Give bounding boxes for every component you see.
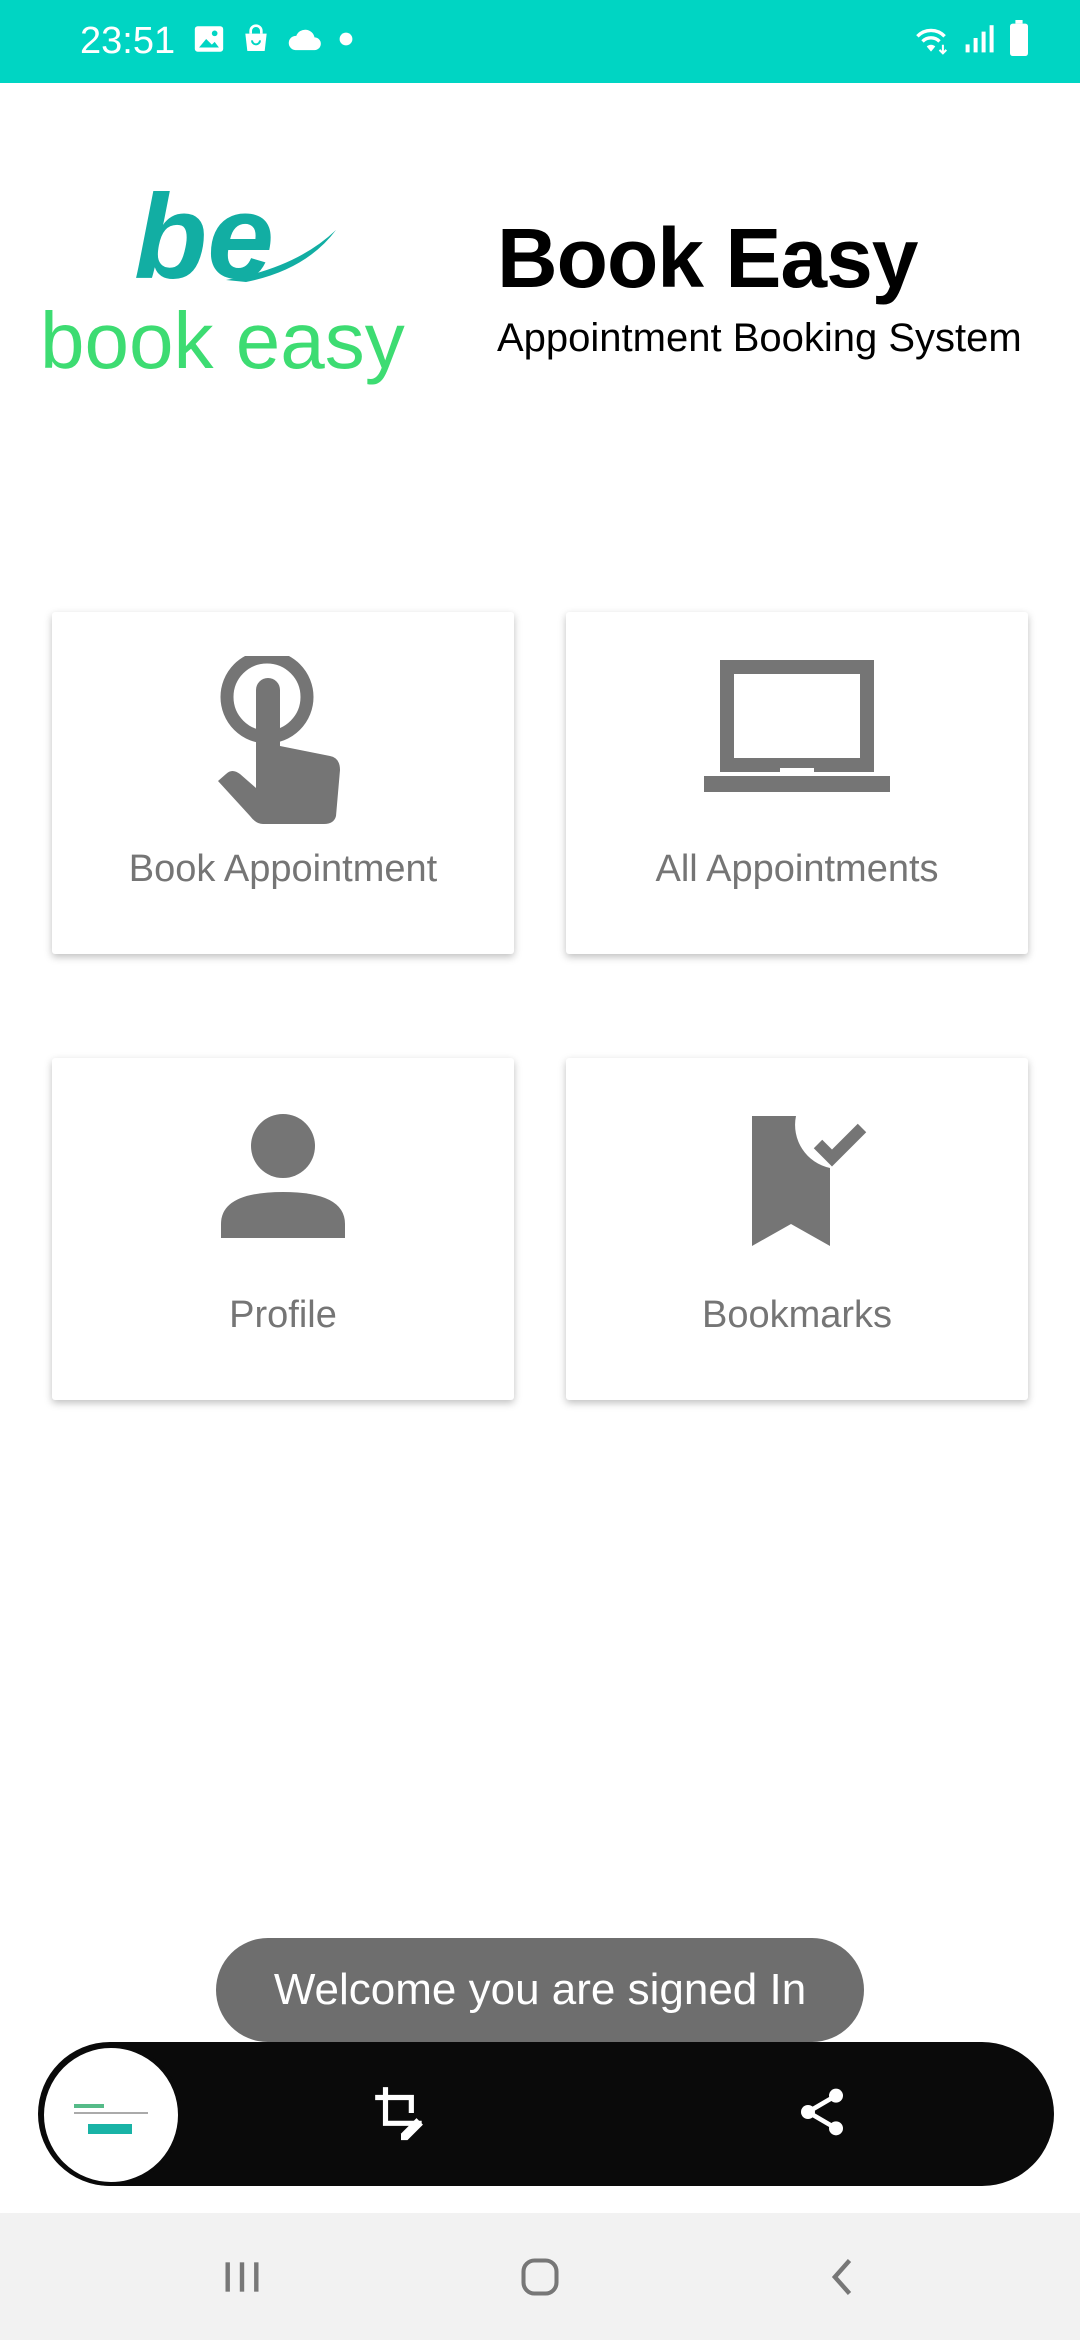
screenshot-toolbar [38,2042,1054,2186]
recent-apps-icon[interactable] [220,2255,264,2299]
signal-icon [965,25,994,53]
profile-card[interactable]: Profile [52,1058,514,1400]
crop-edit-icon[interactable] [370,2082,432,2144]
person-icon [221,1114,345,1238]
all-appointments-card[interactable]: All Appointments [566,612,1028,954]
screenshot-thumbnail[interactable] [40,2044,182,2186]
status-icons-left [192,22,354,56]
cloud-icon [288,29,321,51]
back-icon[interactable] [822,2255,866,2299]
profile-label: Profile [229,1294,337,1336]
bookmarks-card[interactable]: Bookmarks [566,1058,1028,1400]
all-appointments-label: All Appointments [655,848,939,890]
book-easy-logo: be book easy [40,170,405,385]
home-icon[interactable] [518,2255,562,2299]
wifi-icon [916,28,948,55]
book-appointment-label: Book Appointment [128,848,438,890]
battery-icon [1010,20,1028,56]
svg-text:book easy: book easy [40,296,405,385]
app-title: Book Easy [497,211,919,305]
svg-text:be: be [134,170,274,304]
status-icons-right [910,20,1030,56]
shopping-bag-icon [245,24,267,51]
signed-in-toast: Welcome you are signed In [216,1938,864,2042]
book-appointment-card[interactable]: Book Appointment [52,612,514,954]
bookmark-check-icon [752,1116,867,1246]
image-icon [194,26,224,52]
status-bar: 23:51 [0,0,1080,83]
dot-icon [339,32,353,46]
app-subtitle: Appointment Booking System [497,316,1022,360]
system-nav-bar [0,2213,1080,2340]
status-time: 23:51 [80,20,176,62]
bookmarks-label: Bookmarks [701,1294,893,1336]
share-icon[interactable] [794,2082,850,2142]
laptop-icon [704,660,890,792]
touch-icon [218,656,340,824]
app-header: be book easy Book Easy Appointment Booki… [0,170,1080,400]
